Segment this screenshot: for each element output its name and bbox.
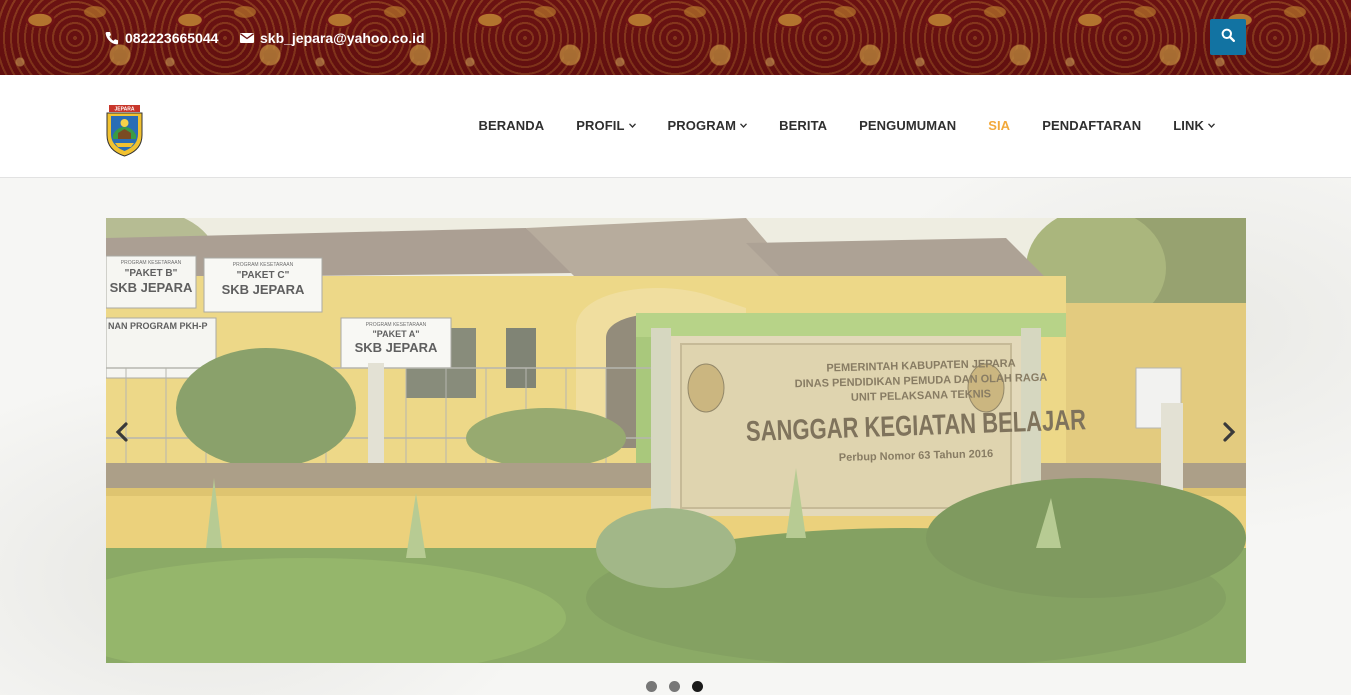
nav-label: PROFIL [576,118,625,133]
board-paket-c-name: SKB JEPARA [221,282,305,297]
board-paket-b-name: SKB JEPARA [109,280,193,295]
chevron-left-icon [115,418,129,449]
nav-item-berita[interactable]: BERITA [763,118,843,133]
top-bar: 082223665044 skb_jepara@yahoo.co.id [0,0,1351,75]
chevron-down-icon [740,120,748,130]
image-slider[interactable]: PEMERINTAH KABUPATEN JEPARA DINAS PENDID… [106,218,1246,663]
board-paket-a-name: SKB JEPARA [354,340,438,355]
nav-label: BERITA [779,118,828,133]
board-pkh-title: NAN PROGRAM PKH-P [108,321,208,331]
board-paket-b-label: "PAKET B" [124,268,178,279]
phone-contact[interactable]: 082223665044 [105,30,218,46]
nav-item-program[interactable]: PROGRAM [652,118,764,133]
nav-item-link[interactable]: LINK [1157,118,1231,133]
board-paket-c-top: PROGRAM KESETARAAN [232,262,294,268]
phone-number: 082223665044 [125,30,219,46]
chevron-right-icon [1222,418,1236,449]
nav-label: PENGUMUMAN [859,118,957,133]
nav-item-sia[interactable]: SIA [972,118,1026,133]
board-paket-a-top: PROGRAM KESETARAAN [365,322,427,328]
nav-item-pendaftaran[interactable]: PENDAFTARAN [1026,118,1157,133]
envelope-icon [240,31,254,45]
main-menu: BERANDA PROFIL PROGRAM BERITA PENGUMUMAN… [463,118,1231,133]
board-paket-b-top: PROGRAM KESETARAAN [120,260,182,266]
search-icon [1221,28,1236,47]
nav-label: PROGRAM [667,118,737,133]
email-contact[interactable]: skb_jepara@yahoo.co.id [240,30,425,46]
svg-text:JEPARA: JEPARA [115,107,135,113]
main-navbar: JEPARA BERANDA PROFIL PROGRAM BERITA PEN… [0,75,1351,178]
nav-label: BERANDA [478,118,545,133]
slider-prev-button[interactable] [107,418,137,448]
nav-label: SIA [988,118,1011,133]
chevron-down-icon [1208,120,1215,130]
board-paket-a-label: "PAKET A" [372,329,420,339]
email-address: skb_jepara@yahoo.co.id [260,30,425,46]
slider-dot-1[interactable] [646,681,657,692]
nav-item-beranda[interactable]: BERANDA [463,118,561,133]
jepara-emblem-icon: JEPARA [106,105,143,157]
site-logo[interactable]: JEPARA [106,105,143,157]
board-paket-c-label: "PAKET C" [236,270,290,281]
nav-item-profil[interactable]: PROFIL [560,118,651,133]
slider-next-button[interactable] [1214,418,1244,448]
nav-label: PENDAFTARAN [1042,118,1142,133]
slider-dots [646,681,703,692]
phone-icon [105,31,119,45]
slider-dot-2[interactable] [669,681,680,692]
slider-dot-3[interactable] [692,681,703,692]
chevron-down-icon [628,120,636,130]
nav-label: LINK [1173,118,1204,133]
search-button[interactable] [1210,19,1246,55]
nav-item-pengumuman[interactable]: PENGUMUMAN [843,118,972,133]
